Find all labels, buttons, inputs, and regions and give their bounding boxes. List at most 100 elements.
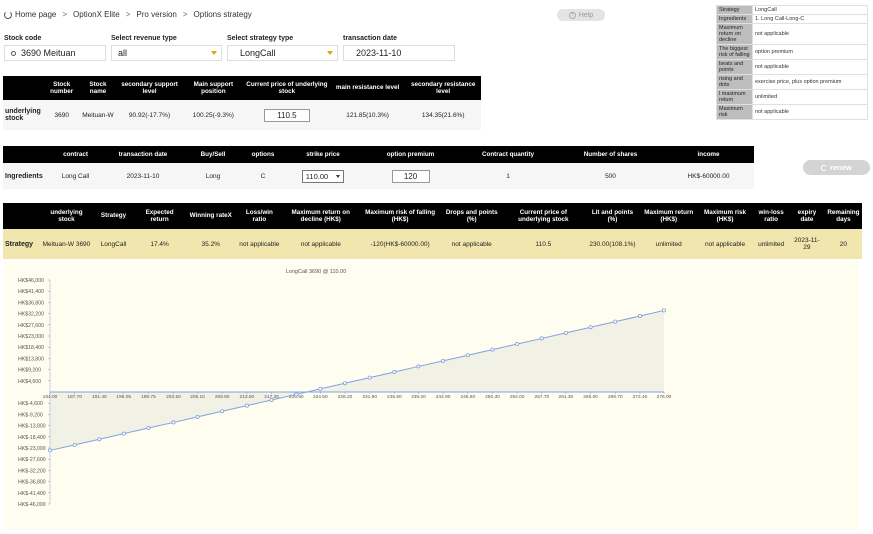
info-value: not applicable — [752, 23, 868, 45]
x-tick-label: 239.20 — [411, 394, 426, 400]
y-tick-label: HK$9,200 — [18, 368, 41, 374]
y-tick-label: HK$4,600 — [18, 379, 41, 385]
header-current-price: Current price of underlying stock — [244, 76, 330, 100]
info-value: not applicable — [752, 104, 868, 120]
y-tick-label: HK$-41,400 — [18, 491, 46, 497]
header-buy-sell: Buy/Sell — [183, 146, 243, 163]
x-tick-label: 250.30 — [485, 394, 500, 400]
row-label-ingredients: Ingredients — [5, 172, 43, 180]
data-point — [220, 409, 225, 414]
info-value: unlimited — [752, 89, 868, 105]
payoff-chart-svg: LongCall 3690 @ 110.00 HK$46,000 HK$41,400… — [18, 269, 672, 508]
x-tick-label: 191.40 — [92, 394, 107, 400]
breadcrumb-pro[interactable]: Pro version — [136, 10, 176, 19]
header-options: options — [243, 146, 283, 163]
data-point — [515, 342, 520, 347]
cell-main-support: 100.25(-9.3%) — [192, 111, 234, 119]
header-max-risk-falling: Maximum risk of falling (HK$) — [359, 203, 442, 229]
cell-strategy: LongCall — [100, 240, 127, 248]
home-icon[interactable] — [4, 10, 12, 19]
help-icon: ? — [568, 11, 576, 19]
data-point — [195, 414, 200, 419]
current-price-input[interactable]: 110.5 — [263, 108, 310, 122]
help-label: Help — [578, 11, 594, 19]
y-tick-label: HK$41,400 — [18, 289, 44, 295]
header-contract-quantity: Contract quantity — [458, 146, 558, 163]
header-max-return: Maximum return (HK$) — [640, 203, 697, 229]
header-stock-number: Stock number — [43, 76, 80, 100]
data-point — [244, 403, 249, 408]
cell-winning-rate: 35.2% — [201, 240, 220, 248]
chevron-down-icon — [327, 51, 333, 55]
cell-drops-points: not applicable — [451, 240, 492, 248]
y-tick-label: HK$23,000 — [18, 334, 44, 340]
chart-title: LongCall 3690 @ 110.00 — [286, 269, 347, 275]
x-tick-label: 268.70 — [608, 394, 623, 400]
breadcrumb-current: Options strategy — [193, 10, 252, 19]
info-value: exercise price, plus option premium — [752, 74, 868, 90]
data-point — [269, 398, 274, 403]
stock-code-label: Stock code — [4, 35, 42, 42]
header-empty — [3, 203, 40, 229]
strategy-type-value: LongCall — [240, 48, 276, 58]
y-tick-label: HK$-36,800 — [18, 480, 46, 486]
header-max-return-decline: Maximum return on decline (HK$) — [282, 203, 360, 229]
stock-code-input[interactable]: 3690 Meituan — [4, 45, 106, 61]
breadcrumb-separator: > — [125, 10, 131, 19]
revenue-type-select[interactable]: all — [111, 45, 222, 61]
strategy-type-select[interactable]: LongCall — [227, 45, 338, 61]
cell-number-of-shares: 500 — [605, 172, 616, 180]
cell-contract-quantity: 1 — [506, 172, 510, 180]
data-point — [416, 364, 421, 369]
y-tick-label: HK$-13,800 — [18, 424, 46, 430]
y-tick-label: HK$27,600 — [18, 323, 44, 329]
cell-max-return: unlimited — [655, 240, 682, 248]
cell-expected-return: 17.4% — [150, 240, 169, 248]
header-income: income — [663, 146, 754, 163]
option-premium-input[interactable]: 120 — [391, 169, 430, 183]
info-value: option premium — [752, 44, 868, 60]
cell-remaining-days: 20 — [839, 240, 848, 248]
strike-price-select[interactable]: 110.00 — [301, 169, 345, 183]
cell-transaction-date: 2023-11-10 — [126, 172, 160, 180]
transaction-date-input[interactable]: 2023-11-10 — [343, 45, 455, 61]
x-tick-label: 235.60 — [387, 394, 402, 400]
cell-main-resistance: 121.85(10.3%) — [346, 111, 389, 119]
header-expected-return: Expected return — [134, 203, 186, 229]
renew-button[interactable]: renew — [803, 160, 870, 175]
x-tick-label: 228.20 — [338, 394, 353, 400]
renew-label: renew — [830, 163, 852, 172]
data-point — [588, 325, 593, 330]
breadcrumb-home[interactable]: Home page — [15, 10, 56, 19]
cell-current-price: 110.5 — [535, 240, 552, 248]
info-value: 1. Long Call-Long-C — [752, 14, 868, 24]
cell-lit-points: 230.00(108.1%) — [589, 240, 636, 248]
cell-option: C — [260, 172, 266, 180]
data-point — [342, 381, 347, 386]
help-button[interactable]: ? Help — [557, 9, 605, 21]
info-key: beats and points — [716, 59, 753, 75]
data-point — [392, 370, 397, 375]
cell-max-risk-falling: -120(HK$-60000.00) — [370, 240, 430, 248]
breadcrumb-separator: > — [182, 10, 188, 19]
cell-contract: Long Call — [61, 172, 90, 180]
cell-secondary-resistance: 134.35(21.6%) — [421, 111, 465, 119]
header-contract: contract — [48, 146, 103, 163]
y-tick-label: HK$-23,000 — [18, 446, 46, 452]
cell-expiry-date: 2023-11-29 — [794, 237, 820, 251]
cell-win-loss-ratio: unlimited — [758, 240, 785, 248]
data-point — [465, 353, 470, 358]
breadcrumb-optionx[interactable]: OptionX Elite — [73, 10, 120, 19]
x-tick-label: 187.70 — [67, 394, 82, 400]
cell-option-premium: 120 — [363, 163, 458, 189]
info-key: l maximum return — [716, 89, 753, 105]
data-point — [97, 437, 102, 442]
x-tick-label: 257.70 — [535, 394, 550, 400]
revenue-type-value: all — [118, 48, 128, 58]
y-tick-label: HK$32,200 — [18, 312, 44, 318]
x-tick-label: 242.90 — [436, 394, 451, 400]
header-main-support: Main support position — [182, 76, 244, 100]
x-tick-label: 202.50 — [166, 394, 181, 400]
info-value: not applicable — [752, 59, 868, 75]
header-option-premium: option premium — [363, 146, 458, 163]
